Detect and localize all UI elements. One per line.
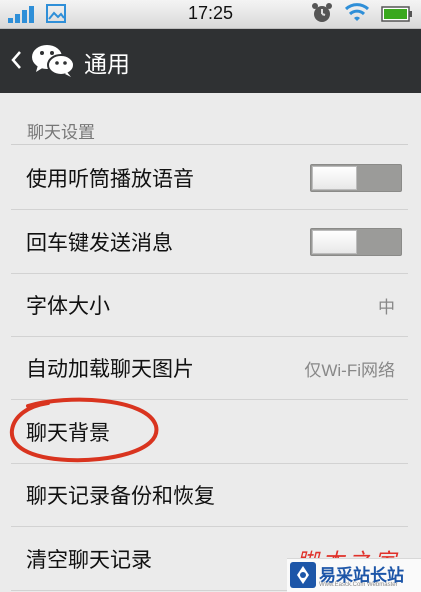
auto-download-value: 仅Wi-Fi网络 [304, 361, 395, 380]
watermark-site-url: Www.Easck.Com Webmaster [319, 582, 398, 588]
setting-label: 聊天记录备份和恢复 [26, 484, 215, 508]
setting-font-size[interactable]: 字体大小 中 [11, 273, 408, 337]
earpiece-playback-toggle[interactable] [310, 164, 402, 192]
alarm-clock-icon [312, 3, 332, 22]
setting-label: 字体大小 [26, 294, 110, 318]
watermark-badge: 易采站长站 Www.Easck.Com Webmaster [287, 558, 421, 592]
setting-label: 使用听筒播放语音 [26, 167, 194, 191]
status-bar: 17:25 [0, 0, 421, 29]
highlight-circle-annotation [9, 397, 159, 463]
section-header-chat-settings: 聊天设置 [27, 123, 95, 143]
setting-label: 自动加载聊天图片 [26, 357, 194, 381]
page-title: 通用 [84, 52, 130, 78]
toggle-knob[interactable] [312, 166, 357, 190]
toggle-knob[interactable] [312, 230, 357, 254]
chevron-left-icon[interactable] [10, 49, 22, 71]
setting-chat-backup-restore[interactable]: 聊天记录备份和恢复 [11, 463, 408, 527]
section-divider [11, 144, 408, 145]
setting-auto-download-images[interactable]: 自动加载聊天图片 仅Wi-Fi网络 [11, 336, 408, 400]
setting-label: 清空聊天记录 [26, 548, 152, 572]
enter-to-send-toggle[interactable] [310, 228, 402, 256]
setting-enter-to-send[interactable]: 回车键发送消息 [11, 210, 408, 274]
wechat-icon [32, 45, 75, 77]
title-bar: 通用 [0, 29, 421, 93]
wifi-icon [344, 3, 370, 21]
site-logo-icon [290, 562, 316, 588]
battery-icon [381, 6, 412, 22]
setting-label: 回车键发送消息 [26, 231, 173, 255]
setting-earpiece-playback[interactable]: 使用听筒播放语音 [11, 146, 408, 210]
font-size-value: 中 [378, 298, 395, 317]
